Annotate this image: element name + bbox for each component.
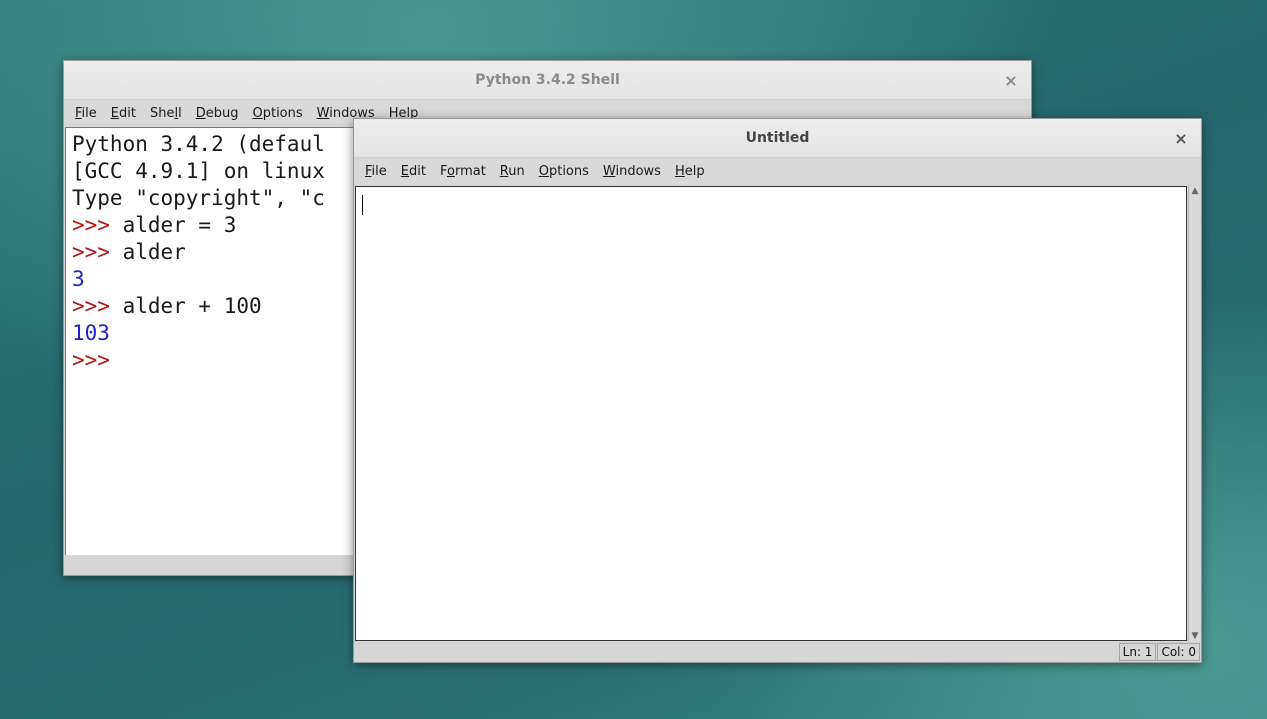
column-indicator: Col: 0 [1157,643,1200,661]
editor-menu-edit[interactable]: Edit [394,164,433,179]
editor-menu-windows[interactable]: Windows [596,164,668,179]
shell-prompt: >>> [72,294,123,318]
editor-scrollbar[interactable]: ▲ ▼ [1188,186,1200,641]
editor-menubar: File Edit Format Run Options Windows Help [354,158,1201,184]
shell-prompt: >>> [72,240,123,264]
scroll-up-icon[interactable]: ▲ [1190,186,1200,196]
shell-menu-file[interactable]: File [68,106,104,121]
shell-result: 3 [72,267,85,291]
editor-statusbar: Ln: 1 Col: 0 [354,642,1201,662]
shell-title: Python 3.4.2 Shell [475,72,620,88]
shell-menu-debug[interactable]: Debug [189,106,246,121]
shell-text: [GCC 4.9.1] on linux [72,159,325,183]
editor-titlebar[interactable]: Untitled × [354,119,1201,158]
shell-text: alder + 100 [122,294,262,318]
editor-menu-format[interactable]: Format [433,164,493,179]
editor-close-icon[interactable]: × [1171,128,1191,148]
shell-titlebar[interactable]: Python 3.4.2 Shell × [64,61,1031,100]
editor-menu-help[interactable]: Help [668,164,712,179]
editor-menu-options[interactable]: Options [532,164,596,179]
shell-menu-edit[interactable]: Edit [104,106,143,121]
shell-prompt: >>> [72,213,123,237]
shell-prompt: >>> [72,348,123,372]
editor-text-area[interactable] [355,186,1187,641]
editor-title: Untitled [745,130,810,146]
editor-menu-file[interactable]: File [358,164,394,179]
line-indicator: Ln: 1 [1118,643,1157,661]
shell-text: Python 3.4.2 (defaul [72,132,325,156]
shell-text: alder [122,240,186,264]
shell-result: 103 [72,321,110,345]
shell-close-icon[interactable]: × [1001,70,1021,90]
editor-window[interactable]: Untitled × File Edit Format Run Options Windo… [353,118,1202,663]
shell-text: Type "copyright", "c [72,186,325,210]
shell-menu-options[interactable]: Options [245,106,309,121]
text-cursor [362,195,363,215]
shell-menu-shell[interactable]: Shell [143,106,189,121]
editor-menu-run[interactable]: Run [493,164,532,179]
scroll-down-icon[interactable]: ▼ [1190,631,1200,641]
shell-text: alder = 3 [122,213,237,237]
